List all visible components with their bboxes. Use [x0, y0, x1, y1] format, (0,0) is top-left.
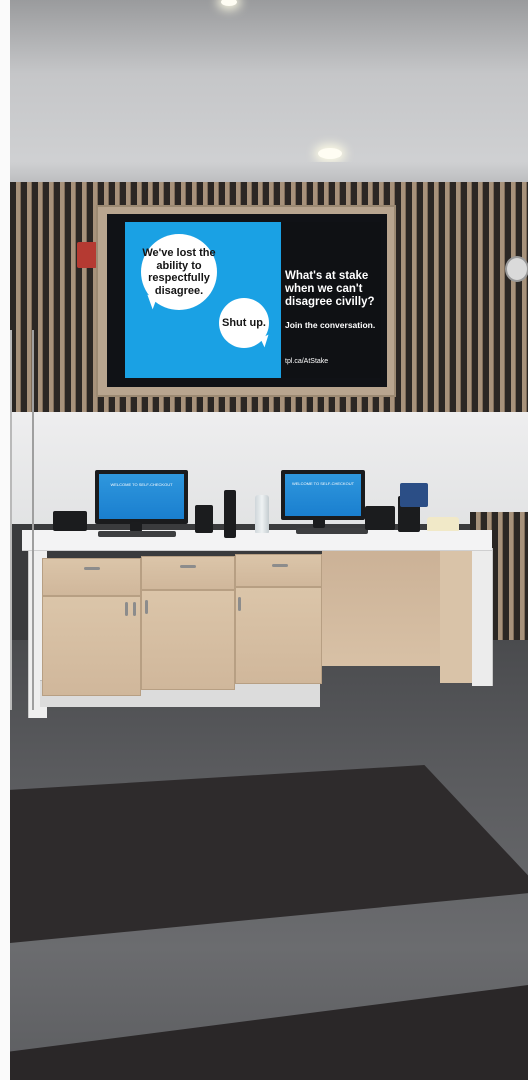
supply-tray: [427, 517, 459, 531]
speech-bubble-left-text: We've lost the ability to respectfully d…: [142, 247, 216, 297]
counter-right-leg: [472, 548, 493, 686]
barcode-scanner: [224, 490, 236, 538]
counter-side-panel: [440, 548, 474, 683]
drawer: [235, 554, 322, 587]
drawer-handle: [84, 567, 100, 570]
ceiling: [10, 0, 528, 185]
photo-border: [0, 0, 10, 1080]
receipt-printer-right: [365, 506, 395, 530]
speech-bubble-right: Shut up.: [219, 298, 269, 348]
drawer: [141, 556, 235, 590]
cabinet-handle: [238, 597, 241, 611]
drawer-handle: [272, 564, 288, 567]
counter-top: [22, 530, 492, 551]
display-rack: [10, 330, 34, 710]
speech-bubble-right-text: Shut up.: [222, 317, 266, 329]
kiosk-screen-left: [99, 474, 184, 519]
kiosk-keyboard-left: [98, 531, 176, 537]
receipt-printer: [53, 511, 87, 531]
library-lobby-photo: We've lost the ability to respectfully d…: [0, 0, 528, 1080]
cabinet-handle: [133, 602, 136, 616]
sanitizer-bottle: [255, 495, 269, 533]
cabinet-door: [141, 590, 235, 690]
kiosk-screen-right-text: WELCOME TO SELF-CHECKOUT: [291, 481, 355, 486]
fire-alarm: [77, 242, 97, 268]
display-headline: What's at stake when we can't disagree c…: [285, 270, 375, 308]
white-wall-band: [10, 412, 528, 524]
info-sign: [400, 483, 428, 507]
drawer: [42, 558, 141, 596]
cabinet-door: [235, 587, 322, 684]
speech-bubble-left: We've lost the ability to respectfully d…: [141, 234, 217, 310]
drawer-handle: [180, 565, 196, 568]
cabinet-handle: [145, 600, 148, 614]
kiosk-stand-right: [313, 518, 325, 528]
display-subline: Join the conversation.: [285, 320, 376, 330]
wall-sensor: [505, 256, 528, 282]
kiosk-keyboard-right: [296, 528, 368, 534]
cabinet-handle: [125, 602, 128, 616]
kiosk-screen-left-text: WELCOME TO SELF-CHECKOUT: [110, 482, 173, 487]
display-url: tpl.ca/AtStake: [285, 358, 329, 365]
card-reader: [195, 505, 213, 533]
ceiling-light: [318, 148, 342, 159]
